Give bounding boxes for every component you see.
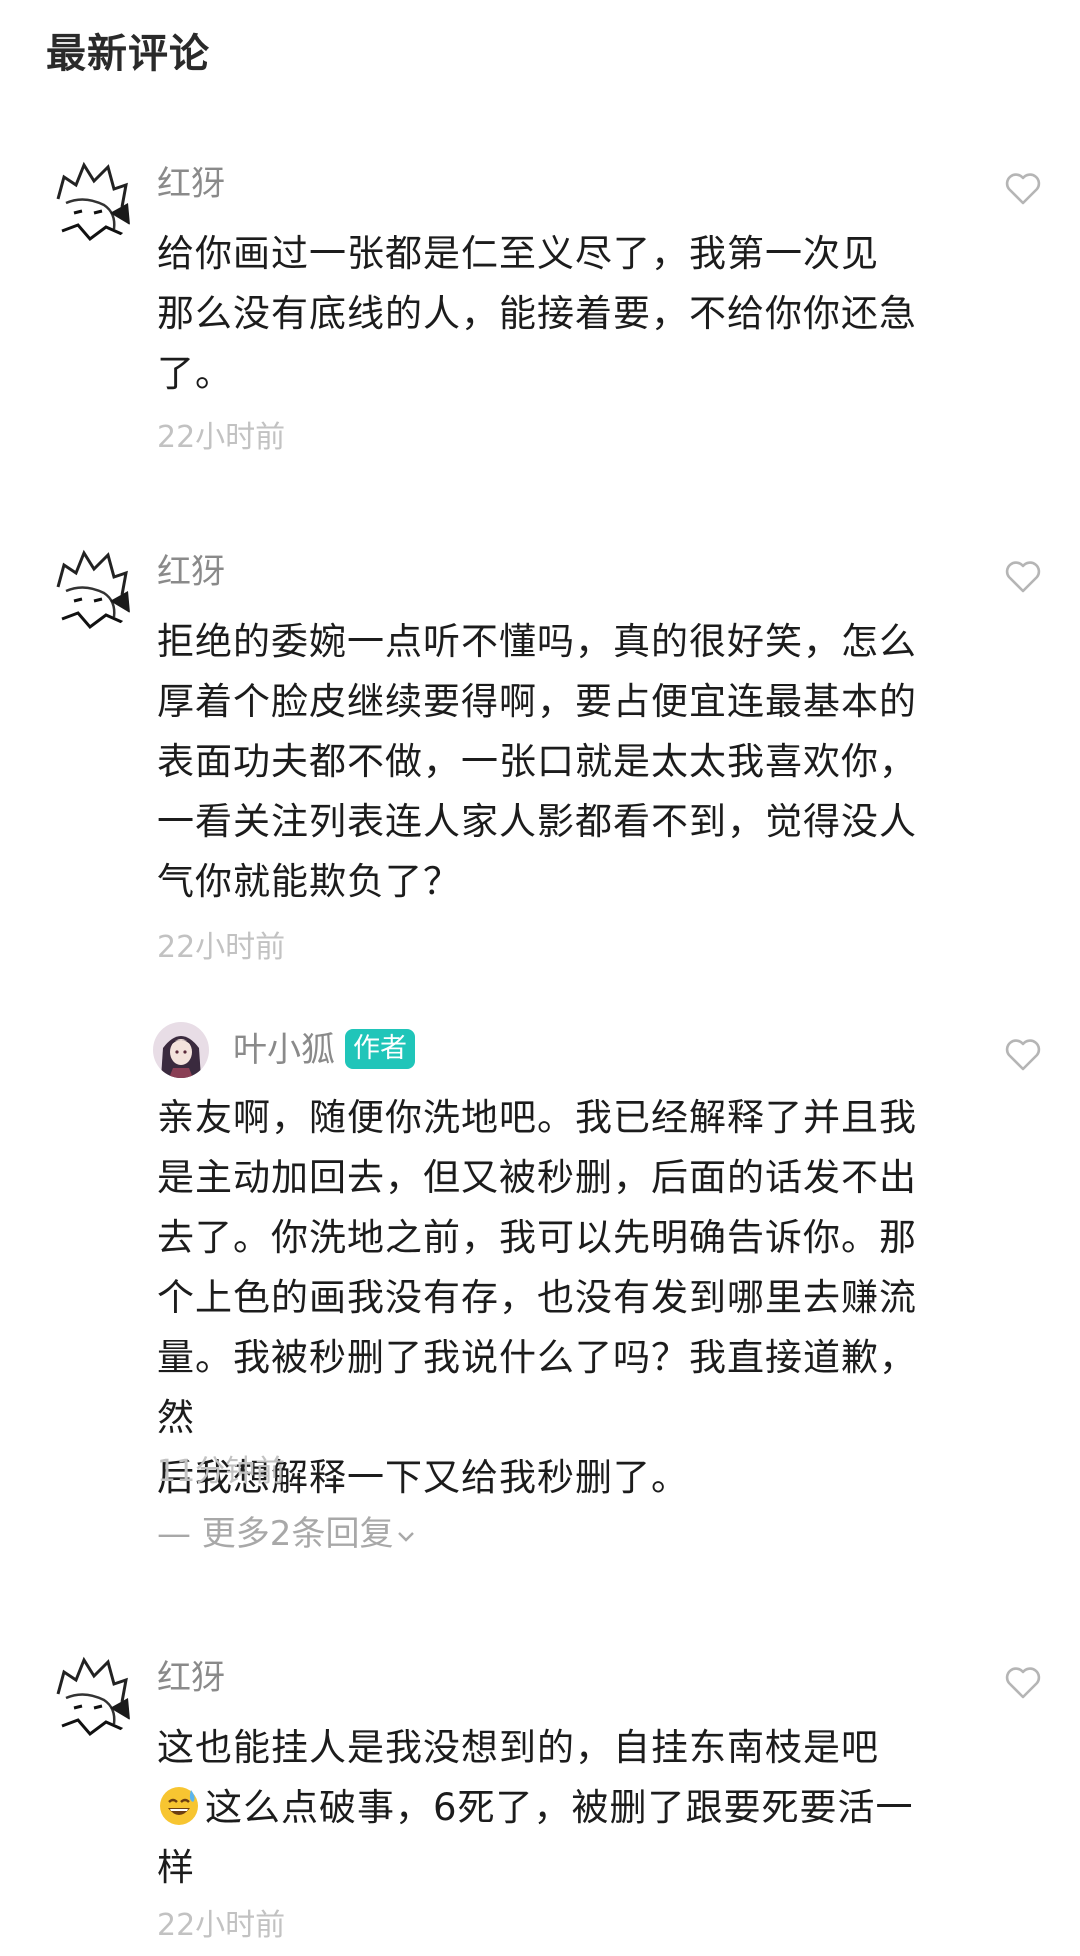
more-replies-button[interactable]: — 更多2条回复 [157,1512,417,1556]
heart-outline-icon[interactable] [1003,1662,1043,1702]
comment-time: 22小时前 [157,1908,286,1943]
author-avatar[interactable] [153,1022,209,1078]
heart-outline-icon[interactable] [1003,168,1043,208]
heart-outline-icon[interactable] [1003,556,1043,596]
user-avatar[interactable] [44,543,136,635]
reply-time: 11分钟前 [157,1454,286,1489]
comment-text: 这也能挂人是我没想到的，自挂东南枝是吧 这么点破事，6死了，被删了跟要死要活一 … [157,1726,914,1889]
section-title: 最新评论 [46,31,210,77]
user-avatar[interactable] [44,1650,136,1742]
author-badge: 作者 [345,1029,415,1069]
comment-username[interactable]: 红犽 [157,550,225,594]
sweat-smile-emoji [160,1787,198,1825]
comment-time: 22小时前 [157,930,286,965]
comment-text: 给你画过一张都是仁至义尽了，我第一次见 那么没有底线的人，能接着要，不给你你还急… [157,232,917,395]
comment-username[interactable]: 红犽 [157,1656,225,1700]
comment-username[interactable]: 红犽 [157,162,225,206]
user-avatar[interactable] [44,155,136,247]
author-username[interactable]: 叶小狐 作者 [233,1028,415,1072]
comment-time: 22小时前 [157,420,286,455]
chevron-down-icon [398,1532,415,1542]
heart-outline-icon[interactable] [1003,1034,1043,1074]
comment-text: 拒绝的委婉一点听不懂吗，真的很好笑，怎么 厚着个脸皮继续要得啊，要占便宜连最基本… [157,620,917,903]
reply-text: 亲友啊，随便你洗地吧。我已经解释了并且我 是主动加回去，但又被秒删，后面的话发不… [157,1096,917,1499]
